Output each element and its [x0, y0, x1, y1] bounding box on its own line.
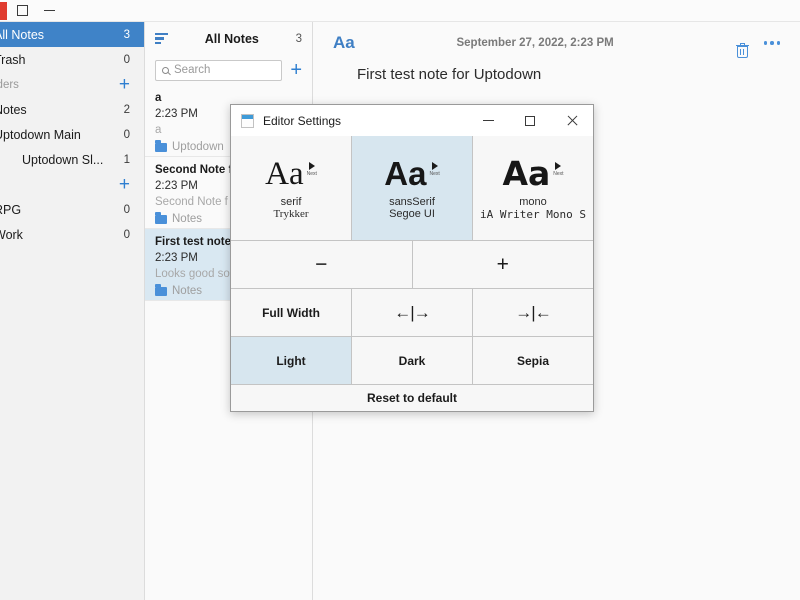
- sidebar-item-uptodown-sl[interactable]: Uptodown Sl... 1: [0, 147, 144, 172]
- sidebar-item-label: All Notes: [0, 27, 45, 42]
- dialog-body: Aa Next serif Trykker Aa Next sansSerif …: [231, 136, 593, 411]
- full-width-button[interactable]: Full Width: [231, 289, 352, 336]
- theme-row: Light Dark Sepia: [231, 337, 593, 385]
- search-input[interactable]: Search: [155, 59, 283, 81]
- notes-list-search-row: Search +: [145, 55, 312, 85]
- window-titlebar: [0, 0, 800, 22]
- application-window: All Notes 3 Trash 0 lders + Notes 2 Upto…: [0, 0, 800, 600]
- dialog-title: Editor Settings: [263, 113, 342, 128]
- add-note-button[interactable]: +: [290, 60, 302, 80]
- next-font-icon[interactable]: Next: [307, 162, 317, 177]
- font-size-row: − +: [231, 241, 593, 289]
- folder-icon: [155, 284, 167, 296]
- font-name: Trykker: [273, 208, 309, 220]
- reset-to-default-button[interactable]: Reset to default: [231, 385, 593, 411]
- notes-list-header: All Notes 3: [145, 22, 312, 55]
- sidebar-item-label: Notes: [0, 102, 27, 117]
- sidebar-section-folders: lders +: [0, 72, 144, 97]
- font-name: iA Writer Mono S: [480, 207, 586, 221]
- notes-list-title: All Notes: [204, 31, 259, 46]
- theme-dark-button[interactable]: Dark: [352, 337, 473, 384]
- note-folder-label: Notes: [172, 285, 203, 297]
- dialog-titlebar[interactable]: Editor Settings: [231, 105, 593, 136]
- dialog-close-button[interactable]: [551, 105, 593, 136]
- note-body-field[interactable]: [313, 86, 800, 94]
- dialog-minimize-button[interactable]: [467, 105, 509, 136]
- font-option-mono[interactable]: Aa Next mono iA Writer Mono S: [473, 136, 593, 240]
- more-options-button[interactable]: [763, 41, 780, 45]
- window-minimize-button[interactable]: [44, 10, 55, 11]
- next-font-label: Next: [553, 170, 564, 177]
- sidebar-item-label: Uptodown Sl...: [22, 152, 104, 167]
- increase-font-size-button[interactable]: +: [412, 241, 593, 288]
- font-key: sansSerif: [389, 196, 435, 208]
- font-name: Segoe UI: [389, 208, 435, 220]
- sidebar-item-count: 0: [123, 228, 130, 241]
- note-folder-label: Uptodown: [172, 141, 224, 153]
- decrease-font-size-button[interactable]: −: [231, 241, 413, 288]
- font-key: serif: [280, 196, 302, 208]
- sidebar-item-count: 1: [123, 153, 130, 166]
- next-font-icon[interactable]: Next: [429, 162, 440, 177]
- sidebar-item-count: 2: [123, 103, 130, 116]
- sidebar-item-label: Trash: [0, 52, 26, 67]
- sidebar-item-rpg[interactable]: RPG 0: [0, 197, 144, 222]
- folder-icon: [155, 140, 167, 152]
- notes-list-count: 3: [295, 32, 302, 45]
- sidebar-item-count: 0: [123, 53, 130, 66]
- editor-settings-dialog: Editor Settings Aa Next serif Trykker Aa…: [230, 104, 594, 412]
- dialog-window-controls: [467, 105, 593, 136]
- font-sample: Aa Next: [265, 156, 317, 192]
- sidebar-item-label: Work: [0, 227, 23, 242]
- note-title-field[interactable]: First test note for Uptodown: [313, 64, 800, 86]
- font-sample: Aa Next: [502, 153, 564, 193]
- sidebar-item-trash[interactable]: Trash 0: [0, 47, 144, 72]
- font-sample: Aa Next: [384, 156, 439, 192]
- sidebar: All Notes 3 Trash 0 lders + Notes 2 Upto…: [0, 22, 145, 600]
- add-tag-icon[interactable]: +: [119, 175, 130, 194]
- sidebar-item-label: Uptodown Main: [0, 127, 81, 142]
- note-date: September 27, 2022, 2:23 PM: [456, 37, 614, 49]
- sidebar-item-work[interactable]: Work 0: [0, 222, 144, 247]
- font-sample-text: Aa: [384, 155, 427, 192]
- sidebar-item-uptodown-main[interactable]: Uptodown Main 0: [0, 122, 144, 147]
- add-folder-icon[interactable]: +: [119, 75, 130, 94]
- search-placeholder: Search: [174, 64, 211, 76]
- sidebar-item-all-notes[interactable]: All Notes 3: [0, 22, 144, 47]
- sidebar-section-label: s: [0, 179, 119, 191]
- next-font-label: Next: [306, 171, 317, 177]
- font-selector-row: Aa Next serif Trykker Aa Next sansSerif …: [231, 136, 593, 241]
- font-sample-text: Aa: [265, 156, 304, 192]
- note-folder-label: Notes: [172, 213, 203, 225]
- sort-icon[interactable]: [155, 32, 168, 45]
- editor-toolbar: Aa September 27, 2022, 2:23 PM: [313, 22, 800, 64]
- sidebar-item-label: RPG: [0, 202, 22, 217]
- sidebar-item-count: 0: [123, 203, 130, 216]
- window-maximize-button[interactable]: [17, 5, 28, 16]
- font-option-serif[interactable]: Aa Next serif Trykker: [231, 136, 352, 240]
- search-icon: [162, 66, 169, 74]
- theme-light-button[interactable]: Light: [231, 337, 352, 384]
- font-option-sansserif[interactable]: Aa Next sansSerif Segoe UI: [352, 136, 473, 240]
- sidebar-item-count: 3: [123, 28, 130, 41]
- next-font-icon[interactable]: Next: [553, 161, 564, 177]
- window-close-button[interactable]: [0, 1, 7, 20]
- sidebar-section-label: lders: [0, 78, 19, 91]
- sidebar-item-notes[interactable]: Notes 2: [0, 97, 144, 122]
- ellipsis-icon: [763, 41, 767, 45]
- dialog-maximize-button[interactable]: [509, 105, 551, 136]
- font-key: mono: [519, 195, 547, 208]
- font-sample-text: Aa: [502, 153, 551, 193]
- narrow-button[interactable]: →|←: [473, 289, 593, 336]
- document-icon: [241, 113, 254, 128]
- next-font-label: Next: [429, 171, 440, 177]
- theme-sepia-button[interactable]: Sepia: [473, 337, 593, 384]
- sidebar-item-count: 0: [123, 128, 130, 141]
- sidebar-section-tags: s +: [0, 172, 144, 197]
- editor-width-row: Full Width ←|→ →|←: [231, 289, 593, 337]
- folder-icon: [155, 212, 167, 224]
- widen-button[interactable]: ←|→: [352, 289, 473, 336]
